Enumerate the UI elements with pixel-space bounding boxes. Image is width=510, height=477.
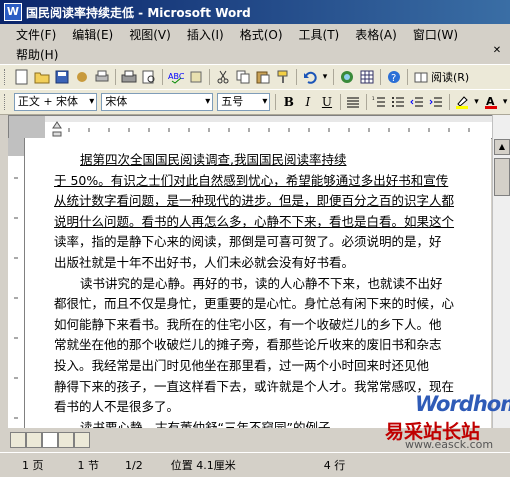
paste-icon[interactable] (254, 68, 272, 86)
menu-edit[interactable]: 编辑(E) (64, 26, 121, 43)
hyperlink-icon[interactable] (338, 68, 356, 86)
word-app-icon[interactable]: W (4, 3, 22, 21)
underline-icon[interactable]: U (318, 93, 335, 111)
menu-table[interactable]: 表格(A) (347, 26, 405, 43)
menu-view[interactable]: 视图(V) (121, 26, 179, 43)
normal-view-icon[interactable] (10, 432, 26, 448)
font-color-icon[interactable]: A (482, 93, 499, 111)
scroll-thumb[interactable] (494, 158, 510, 196)
status-position: 位置 4.1厘米 (170, 459, 236, 472)
new-document-icon[interactable] (13, 68, 31, 86)
watermark-url: www.easck.com (405, 438, 494, 451)
help-icon[interactable]: ? (385, 68, 403, 86)
font-color-dropdown-icon[interactable]: ▾ (501, 93, 509, 111)
reading-view-icon[interactable] (74, 432, 90, 448)
bullets-icon[interactable] (390, 93, 407, 111)
document-text[interactable]: 据第四次全国国民阅读调查,我国国民阅读率持续 于 50%。有识之士们对此自然感到… (54, 150, 491, 428)
toolbar-grip[interactable] (4, 94, 8, 110)
menu-bar: 文件(F) 编辑(E) 视图(V) 插入(I) 格式(O) 工具(T) 表格(A… (0, 24, 510, 64)
print-icon[interactable] (120, 68, 138, 86)
menu-help[interactable]: 帮助(H) (8, 46, 66, 63)
style-select[interactable]: 正文 + 宋体 (13, 93, 98, 111)
horizontal-ruler[interactable] (8, 115, 495, 139)
open-folder-icon[interactable] (33, 68, 51, 86)
save-icon[interactable] (53, 68, 71, 86)
title-bar: W 国民阅读率持续走低 - Microsoft Word (0, 0, 510, 24)
paragraph-line: 常就坐在他的那个收破烂儿的摊子旁，看那些论斤收来的废旧书和杂志 (54, 337, 442, 353)
vertical-scrollbar[interactable]: ▲ (492, 115, 510, 428)
paragraph-line: 读率，指的是静下心来的阅读，那倒是可喜可贺了。必须说明的是，好 (54, 234, 442, 250)
font-size-select[interactable]: 五号 (217, 93, 271, 111)
read-mode-icon[interactable] (412, 68, 430, 86)
paragraph-line: 出版社就是十年不出好书，人们未必就会没有好书看。 (54, 254, 355, 270)
decrease-indent-icon[interactable] (409, 93, 426, 111)
scroll-up-icon[interactable]: ▲ (494, 139, 510, 155)
menu-format[interactable]: 格式(O) (232, 26, 291, 43)
paragraph-line: 都很忙，而且不仅是身忙，更重要的是心忙。身忙总有闲下来的时候，心 (54, 296, 455, 312)
paragraph-line: 说明什么问题。看书的人再怎么多，心静不下来，看也是白看。如果这个 (54, 213, 455, 229)
status-section: 1 节 (77, 459, 100, 472)
spelling-icon[interactable]: ABC (167, 68, 185, 86)
standard-toolbar: ABC ▾ ? 阅读(R) (0, 64, 510, 90)
undo-icon[interactable] (301, 68, 319, 86)
menu-file[interactable]: 文件(F) (8, 26, 64, 43)
preview-icon[interactable] (140, 68, 158, 86)
highlight-dropdown-icon[interactable]: ▾ (473, 93, 481, 111)
align-justify-icon[interactable] (344, 93, 361, 111)
svg-text:1: 1 (372, 96, 375, 101)
watermark-brand: Wordhome (415, 392, 510, 416)
status-page: 1 页 (22, 459, 44, 472)
paragraph-line: 读书讲究的是心静。再好的书，读的人心静不下来，也就读不出好 (80, 275, 443, 291)
toolbar-grip[interactable] (4, 69, 8, 85)
undo-dropdown-icon[interactable]: ▾ (321, 68, 329, 86)
svg-text:?: ? (391, 73, 396, 84)
svg-text:ABC: ABC (168, 72, 184, 81)
window-title: 国民阅读率持续走低 - Microsoft Word (26, 5, 251, 20)
status-bar: 1 页 1 节 1/2 位置 4.1厘米 4 行 (0, 452, 510, 477)
web-view-icon[interactable] (26, 432, 42, 448)
close-document-icon[interactable]: ✕ (490, 44, 504, 58)
paragraph-line: 投入。我经常是出门时见他坐在那里看，过一两个小时回来时还见他 (54, 357, 430, 373)
paragraph-line: 据第四次全国国民阅读调查,我国国民阅读率持续 (80, 152, 347, 167)
print-preview-icon[interactable] (93, 68, 111, 86)
paragraph-line: 于 50%。有识之士们对此自然感到忧心，希望能够通过多出好书和宣传 (54, 172, 449, 188)
font-select[interactable]: 宋体 (101, 93, 214, 111)
highlight-icon[interactable] (454, 93, 471, 111)
menu-tools[interactable]: 工具(T) (291, 26, 348, 43)
vertical-ruler[interactable] (8, 138, 25, 428)
permission-icon[interactable] (73, 68, 91, 86)
format-painter-icon[interactable] (274, 68, 292, 86)
increase-indent-icon[interactable] (428, 93, 445, 111)
read-mode-label[interactable]: 阅读(R) (431, 69, 469, 85)
print-layout-view-icon[interactable] (42, 432, 58, 448)
tables-borders-icon[interactable] (358, 68, 376, 86)
research-icon[interactable] (187, 68, 205, 86)
italic-icon[interactable]: I (299, 93, 316, 111)
bold-icon[interactable]: B (280, 93, 297, 111)
outline-view-icon[interactable] (58, 432, 74, 448)
copy-icon[interactable] (234, 68, 252, 86)
menu-insert[interactable]: 插入(I) (179, 26, 232, 43)
numbering-icon[interactable]: 1 (370, 93, 387, 111)
formatting-toolbar: 正文 + 宋体 宋体 五号 B I U 1 ▾ A ▾ (0, 89, 510, 115)
menu-window[interactable]: 窗口(W) (405, 26, 466, 43)
paragraph-line: 从统计数字看问题，是一种现代的进步。但是，即便百分之百的识字人都 (54, 193, 455, 209)
paragraph-line: 如何能静下来看书。我所在的住宅小区，有一个收破烂儿的乡下人。他 (54, 316, 442, 332)
document-area[interactable]: 据第四次全国国民阅读调查,我国国民阅读率持续 于 50%。有识之士们对此自然感到… (25, 138, 491, 428)
status-line: 4 行 (323, 459, 346, 472)
cut-icon[interactable] (214, 68, 232, 86)
status-page-of: 1/2 (125, 458, 143, 472)
